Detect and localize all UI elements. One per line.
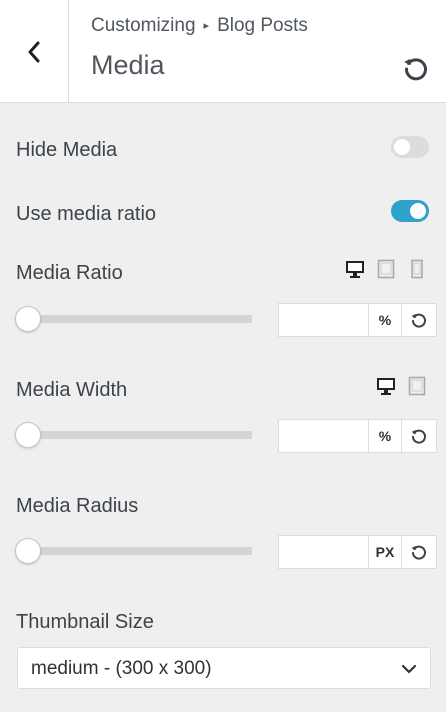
back-button[interactable] [0,0,69,103]
hide-media-toggle[interactable] [391,136,429,158]
media-width-reset-button[interactable] [402,419,437,453]
media-radius-slider-track[interactable] [16,547,252,555]
thumbnail-size-label: Thumbnail Size [16,611,154,633]
tablet-icon [377,259,395,279]
toggle-knob [394,139,410,155]
media-radius-unit[interactable]: PX [368,535,402,569]
page-title: Media [91,50,165,80]
use-media-ratio-toggle[interactable] [391,200,429,222]
media-ratio-slider-thumb[interactable] [15,306,41,332]
media-width-label: Media Width [16,379,128,401]
media-width-input[interactable] [278,419,368,453]
hide-media-label: Hide Media [16,139,118,161]
media-ratio-unit[interactable]: % [368,303,402,337]
media-radius-slider-thumb[interactable] [15,538,41,564]
chevron-down-icon [401,664,417,674]
desktop-icon [377,378,395,395]
device-tablet-button[interactable] [406,375,428,397]
media-radius-label: Media Radius [16,495,139,517]
tablet-icon [408,376,426,396]
media-ratio-input[interactable] [278,303,368,337]
media-radius-input[interactable] [278,535,368,569]
undo-icon [411,545,426,560]
breadcrumb-section: Blog Posts [217,15,308,36]
media-width-slider-thumb[interactable] [15,422,41,448]
device-mobile-button[interactable] [406,258,428,280]
chevron-left-icon [28,41,40,62]
mobile-icon [411,259,423,279]
media-radius-reset-button[interactable] [402,535,437,569]
toggle-knob [410,203,426,219]
thumbnail-size-selected: medium - (300 x 300) [31,658,212,679]
media-width-unit[interactable]: % [368,419,402,453]
breadcrumb: Customizing ▸ Blog Posts [91,15,308,37]
use-media-ratio-label: Use media ratio [16,203,157,225]
device-desktop-button[interactable] [375,375,397,397]
breadcrumb-separator: ▸ [203,20,210,32]
media-ratio-slider-track[interactable] [16,315,252,323]
reset-section-button[interactable] [400,52,432,84]
undo-icon [411,429,426,444]
undo-icon [411,313,426,328]
media-width-slider-track[interactable] [16,431,252,439]
media-ratio-reset-button[interactable] [402,303,437,337]
device-tablet-button[interactable] [375,258,397,280]
media-ratio-label: Media Ratio [16,262,123,284]
breadcrumb-parent: Customizing [91,15,196,36]
desktop-icon [346,261,364,278]
undo-icon [404,58,427,81]
customizer-header: Customizing ▸ Blog Posts Media [0,0,446,103]
device-desktop-button[interactable] [344,258,366,280]
thumbnail-size-select[interactable]: medium - (300 x 300) [17,647,431,689]
